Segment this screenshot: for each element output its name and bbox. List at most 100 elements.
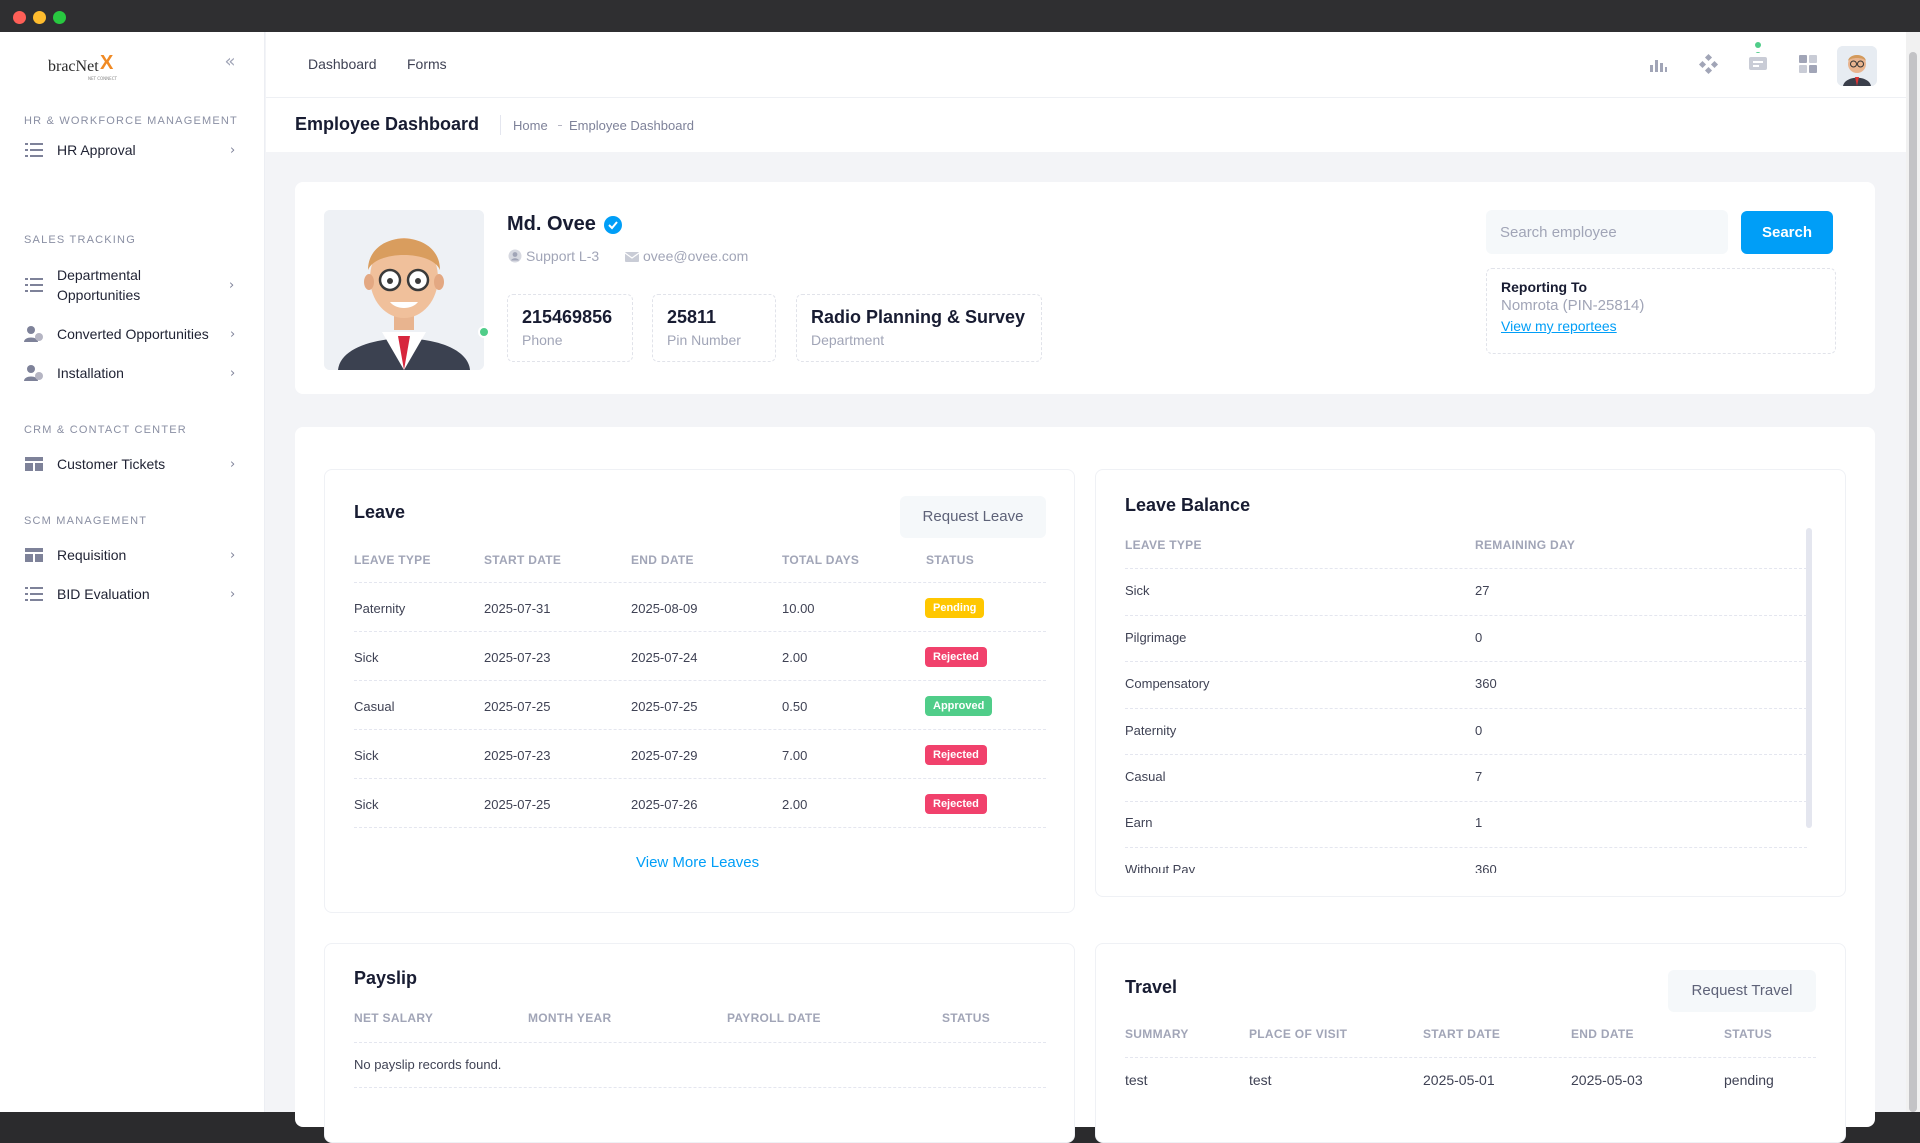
sidebar-item-label: BID Evaluation [57,586,150,602]
email-text: ovee@ovee.com [643,248,749,264]
row-divider [1125,754,1807,755]
cell-leave-type: Sick [354,748,379,763]
empty-state-text: No payslip records found. [354,1057,502,1072]
pin-stat: 25811 Pin Number [652,294,776,362]
view-reportees-link[interactable]: View my reportees [1501,318,1617,334]
minimize-window-button[interactable] [33,11,46,24]
sidebar-item-label: Departmental Opportunities [57,267,142,303]
row-divider [1125,1057,1816,1058]
nav-dashboard[interactable]: Dashboard [308,56,377,72]
section-title-hr: HR & WORKFORCE MANAGEMENT [24,115,238,127]
cell-leave-type: Sick [1125,583,1150,598]
chevron-right-icon: › [230,547,236,563]
cell-remaining-day: 1 [1475,815,1483,830]
search-employee-input[interactable] [1486,210,1728,254]
column-header: NET SALARY [354,1011,434,1025]
online-status-indicator [478,326,490,338]
reporting-manager: Nomrota (PIN-25814) [1501,297,1645,314]
cell-leave-type: Sick [354,797,379,812]
sidebar-item-label: Customer Tickets [57,456,166,472]
cell-remaining-day: 7 [1475,769,1483,784]
row-divider [1125,801,1807,802]
row-divider [354,827,1046,828]
list-icon [24,142,44,158]
title-bar [0,0,1920,32]
grid-icon[interactable] [1796,52,1820,76]
leave-title: Leave [354,502,406,522]
breadcrumb-home[interactable]: Home [513,118,548,133]
row-divider [354,1087,1046,1088]
nav-forms[interactable]: Forms [407,56,447,72]
view-more-leaves-link[interactable]: View More Leaves [636,854,759,871]
payslip-title: Payslip [354,968,418,988]
cell-start-date: 2025-07-23 [484,748,551,763]
logo-text: bracNet [48,58,99,75]
brand-logo[interactable]: bracNet X NET CONNECT [48,50,128,81]
request-leave-button[interactable]: Request Leave [900,496,1046,538]
sidebar-item-label: Installation [57,365,124,381]
cell-leave-type: Sick [354,650,379,665]
leave-balance-list: Sick 27 Pilgrimage 0 Compensatory 360 Pa… [1125,560,1807,873]
stat-value: 25811 [667,307,717,327]
row-divider [354,582,1046,583]
cell-total-days: 10.00 [782,601,815,616]
stat-value: Radio Planning & Survey [811,307,1026,327]
sidebar-item-installation[interactable]: Installation › [24,363,240,383]
status-badge: Rejected [925,745,987,765]
reporting-title: Reporting To [1501,279,1588,295]
cell-place: test [1249,1072,1272,1088]
sidebar-item-hr-approval[interactable]: HR Approval › [24,140,240,160]
cell-remaining-day: 0 [1475,723,1483,738]
chart-icon[interactable] [1646,52,1670,76]
column-header: END DATE [1571,1027,1634,1041]
search-button[interactable]: Search [1741,211,1833,254]
sidebar-item-bid-evaluation[interactable]: BID Evaluation › [24,584,240,604]
scrollbar-thumb[interactable] [1909,52,1917,1112]
logo-tagline: NET CONNECT [88,76,117,81]
cell-leave-type: Paternity [1125,723,1177,738]
row-divider [354,778,1046,779]
sidebar: bracNet X NET CONNECT « HR & WORKFORCE M… [0,32,265,1112]
row-divider [354,1042,1046,1043]
cell-total-days: 7.00 [782,748,808,763]
page-scrollbar[interactable] [1906,32,1920,1112]
status-badge: Pending [925,598,985,618]
cell-leave-type: Earn [1125,815,1153,830]
list-icon [24,277,44,293]
apps-icon[interactable] [1696,52,1720,76]
cell-remaining-day: 360 [1475,676,1497,691]
cell-leave-type: Paternity [354,601,406,616]
cell-leave-type: Compensatory [1125,676,1210,691]
request-travel-button[interactable]: Request Travel [1668,970,1816,1012]
column-header: STATUS [926,553,975,567]
section-title-scm: SCM MANAGEMENT [24,515,148,527]
user-check-icon [24,365,44,381]
stat-label: Department [811,332,885,348]
payslip-card [324,943,1075,1143]
cell-start-date: 2025-07-25 [484,699,551,714]
cell-total-days: 2.00 [782,797,808,812]
section-title-crm: CRM & CONTACT CENTER [24,424,187,436]
close-window-button[interactable] [13,11,26,24]
row-divider [354,729,1046,730]
maximize-window-button[interactable] [53,11,66,24]
page-title: Employee Dashboard [295,114,480,134]
cell-total-days: 0.50 [782,699,808,714]
cell-end-date: 2025-05-03 [1571,1072,1643,1088]
cell-start-date: 2025-07-31 [484,601,551,616]
chat-icon[interactable] [1746,47,1770,76]
divider [500,115,501,135]
envelope-icon [624,250,640,262]
cell-end-date: 2025-08-09 [631,601,698,616]
cell-summary: test [1125,1072,1148,1088]
sidebar-item-converted-opportunities[interactable]: Converted Opportunities › [24,324,240,344]
table-icon [24,456,44,472]
user-avatar-icon[interactable] [1837,46,1877,86]
user-check-icon [24,326,44,342]
sidebar-item-departmental-opportunities[interactable]: Departmental Opportunities › [24,265,240,305]
sub-header: Employee Dashboard Home Employee Dashboa… [266,98,1906,152]
sidebar-item-customer-tickets[interactable]: Customer Tickets › [24,454,240,474]
double-chevron-left-icon[interactable]: « [220,52,240,72]
cell-leave-type: Casual [354,699,395,714]
sidebar-item-requisition[interactable]: Requisition › [24,545,240,565]
